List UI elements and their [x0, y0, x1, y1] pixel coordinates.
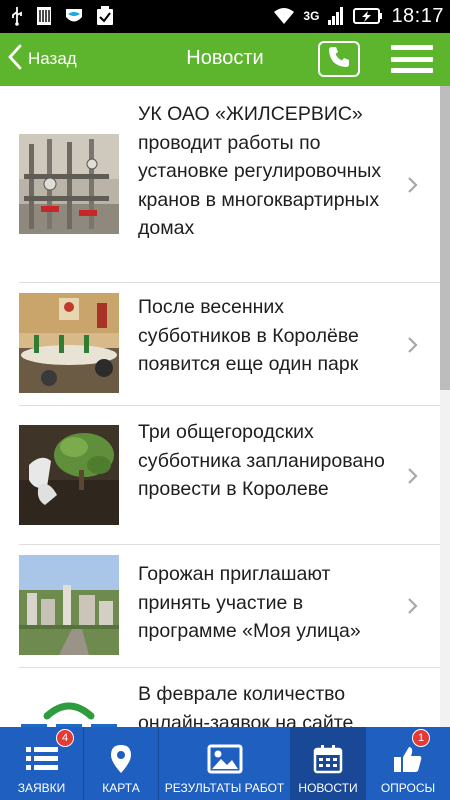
nav-label: РЕЗУЛЬТАТЫ РАБОТ	[164, 781, 285, 795]
image-icon	[207, 741, 243, 777]
nav-label: КАРТА	[102, 781, 140, 795]
chevron-right-icon	[406, 175, 420, 195]
nav-label: ОПРОСЫ	[380, 781, 436, 795]
nav-item-polls[interactable]: ОПРОСЫ 1	[366, 727, 450, 800]
back-label: Назад	[28, 49, 77, 68]
notification-badge: 4	[56, 729, 74, 747]
menu-bar	[391, 45, 433, 50]
news-title: Три общегородских субботника запланирова…	[138, 421, 385, 500]
map-pin-icon	[110, 741, 132, 777]
clock: 18:17	[391, 4, 444, 27]
news-thumbnail	[19, 293, 119, 393]
nav-item-news[interactable]: НОВОСТИ	[291, 727, 366, 800]
news-list[interactable]: УК ОАО «ЖИЛСЕРВИС» проводит работы по ус…	[0, 86, 450, 727]
nav-item-results[interactable]: РЕЗУЛЬТАТЫ РАБОТ	[159, 727, 291, 800]
phone-icon	[327, 45, 351, 74]
nav-item-map[interactable]: КАРТА	[84, 727, 159, 800]
back-button[interactable]: Назад	[8, 44, 77, 74]
shield-icon	[64, 6, 84, 26]
news-item[interactable]: После весенних субботников в Королёве по…	[0, 283, 440, 406]
status-bar: 3G 18:17	[0, 0, 450, 33]
menu-bar	[391, 56, 433, 62]
signal-icon	[327, 6, 345, 26]
bottom-nav: ЗАЯВКИ 4 КАРТА РЕЗУЛЬТАТЫ РАБОТ НОВОСТИ …	[0, 727, 450, 800]
news-thumbnail	[19, 134, 119, 234]
call-button[interactable]	[318, 41, 360, 77]
sim-icon	[36, 6, 52, 26]
news-thumbnail	[19, 680, 119, 727]
news-item[interactable]: В феврале количество онлайн-заявок на са…	[0, 668, 440, 727]
menu-bar	[391, 68, 433, 73]
list-icon	[25, 741, 59, 777]
battery-icon	[353, 7, 383, 25]
news-title: После весенних субботников в Королёве по…	[138, 296, 359, 375]
chevron-right-icon	[406, 466, 420, 486]
app-header: Назад Новости	[0, 33, 450, 86]
chevron-left-icon	[8, 44, 22, 75]
chevron-right-icon	[406, 335, 420, 355]
usb-icon	[10, 6, 24, 26]
scrollbar-thumb[interactable]	[440, 86, 450, 390]
calendar-icon	[313, 741, 343, 777]
news-item[interactable]: Три общегородских субботника запланирова…	[0, 406, 440, 545]
network-type: 3G	[303, 9, 320, 23]
news-item[interactable]: Горожан приглашают принять участие в про…	[0, 545, 440, 668]
news-title: В феврале количество онлайн-заявок на са…	[138, 683, 354, 727]
nav-label: ЗАЯВКИ	[17, 781, 66, 795]
notification-badge: 1	[412, 729, 430, 747]
nav-label: НОВОСТИ	[298, 781, 358, 795]
clipboard-icon	[96, 6, 114, 26]
wifi-icon	[273, 7, 295, 25]
chevron-right-icon	[406, 596, 420, 616]
news-thumbnail	[19, 425, 119, 525]
news-title: УК ОАО «ЖИЛСЕРВИС» проводит работы по ус…	[138, 103, 382, 239]
nav-item-requests[interactable]: ЗАЯВКИ 4	[0, 727, 84, 800]
menu-button[interactable]	[391, 45, 433, 73]
news-thumbnail	[19, 555, 119, 655]
news-item[interactable]: УК ОАО «ЖИЛСЕРВИС» проводит работы по ус…	[0, 86, 440, 283]
news-title: Горожан приглашают принять участие в про…	[138, 563, 361, 642]
